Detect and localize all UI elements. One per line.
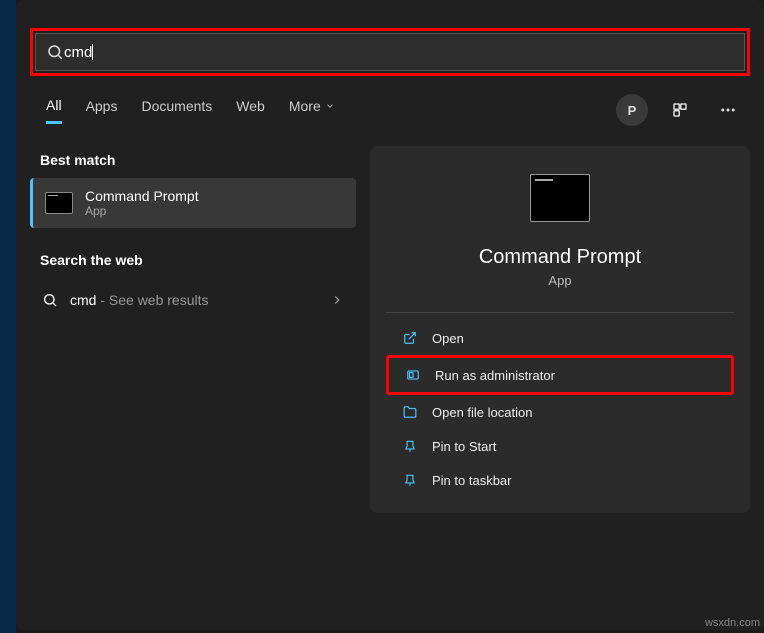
watermark: wsxdn.com (705, 617, 760, 629)
action-label: Run as administrator (435, 368, 555, 383)
action-pin-to-start[interactable]: Pin to Start (386, 429, 734, 463)
results-list: Best match Command Prompt App Search the… (30, 146, 356, 513)
preview-subtitle: App (548, 273, 571, 288)
action-open-file-location[interactable]: Open file location (386, 395, 734, 429)
open-icon (402, 330, 418, 346)
best-match-header: Best match (30, 146, 356, 178)
chevron-down-icon (325, 101, 335, 111)
search-highlight: cmd (30, 28, 750, 76)
search-icon (46, 43, 64, 61)
text-cursor (92, 44, 93, 60)
action-pin-to-taskbar[interactable]: Pin to taskbar (386, 463, 734, 497)
chevron-right-icon (330, 293, 344, 307)
shield-icon (405, 367, 421, 383)
action-label: Open file location (432, 405, 532, 420)
actions-list: Open Run as administrator Open file loca… (386, 321, 734, 497)
search-web-header: Search the web (30, 246, 356, 278)
web-term: cmd (70, 292, 96, 308)
search-bar[interactable]: cmd (35, 33, 745, 71)
tab-web[interactable]: Web (236, 98, 265, 122)
search-panel: cmd All Apps Documents Web More P Best m… (16, 0, 764, 630)
filter-tabs: All Apps Documents Web More (16, 94, 365, 126)
web-suffix: - See web results (96, 292, 208, 308)
folder-icon (402, 404, 418, 420)
web-result-cmd[interactable]: cmd - See web results (30, 278, 356, 322)
pin-icon (402, 472, 418, 488)
action-label: Pin to taskbar (432, 473, 512, 488)
content-row: Best match Command Prompt App Search the… (16, 126, 764, 513)
action-label: Pin to Start (432, 439, 496, 454)
search-input-text[interactable]: cmd (64, 44, 92, 61)
tab-more[interactable]: More (289, 98, 335, 122)
rewards-icon[interactable] (664, 94, 696, 126)
header-icons: P (616, 94, 764, 126)
terminal-icon (45, 192, 73, 214)
search-icon (42, 292, 58, 308)
action-open[interactable]: Open (386, 321, 734, 355)
tab-all[interactable]: All (46, 97, 62, 124)
result-title: Command Prompt (85, 188, 199, 204)
action-label: Open (432, 331, 464, 346)
action-run-as-administrator[interactable]: Run as administrator (386, 355, 734, 395)
divider (386, 312, 734, 313)
user-avatar[interactable]: P (616, 94, 648, 126)
tab-documents[interactable]: Documents (141, 98, 212, 122)
more-icon[interactable] (712, 94, 744, 126)
pin-icon (402, 438, 418, 454)
preview-title: Command Prompt (479, 246, 641, 269)
result-subtitle: App (85, 204, 199, 218)
tab-apps[interactable]: Apps (86, 98, 118, 122)
desktop-edge (0, 0, 16, 633)
terminal-icon (530, 174, 590, 222)
preview-pane: Command Prompt App Open Run as administr… (370, 146, 750, 513)
header-row: All Apps Documents Web More P (16, 94, 764, 126)
result-command-prompt[interactable]: Command Prompt App (30, 178, 356, 228)
